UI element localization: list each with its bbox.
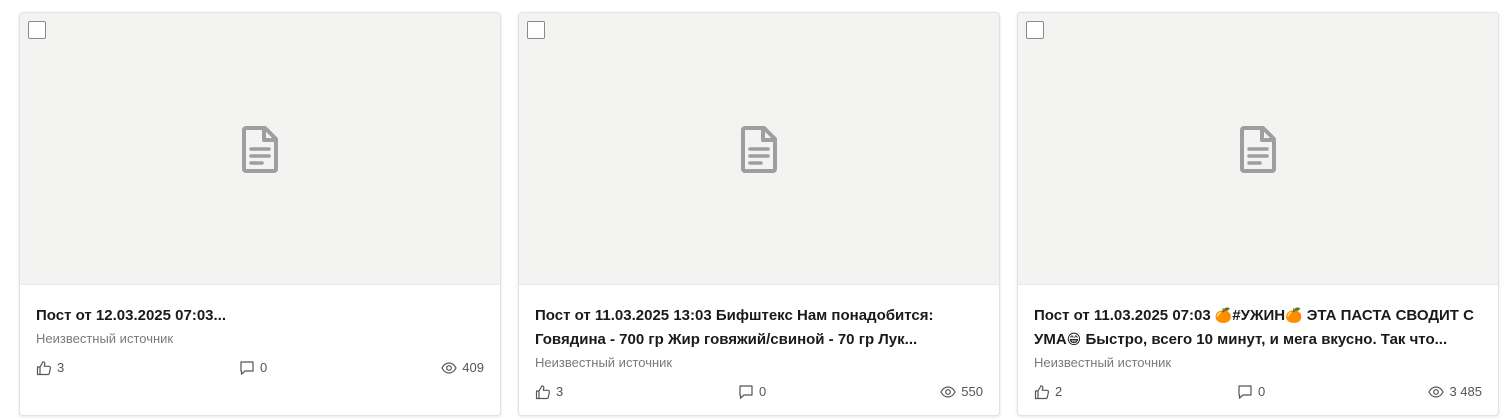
eye-icon: [441, 362, 457, 374]
like-button[interactable]: 2: [1034, 382, 1062, 402]
comment-button[interactable]: 0: [239, 358, 267, 378]
post-stats: 3 0 550: [535, 382, 983, 402]
comment-icon: [739, 385, 753, 399]
likes-count: 3: [556, 384, 564, 399]
post-source: Неизвестный источник: [535, 355, 673, 370]
post-card[interactable]: Пост от 11.03.2025 07:03 🍊#УЖИН🍊 ЭТА ПАС…: [1017, 12, 1499, 416]
eye-icon: [940, 386, 956, 398]
select-checkbox[interactable]: [1026, 21, 1044, 39]
tangerine-emoji: 🍊: [1214, 308, 1233, 324]
likes-count: 2: [1055, 384, 1063, 399]
document-icon: [242, 125, 278, 173]
comments-count: 0: [1258, 384, 1266, 399]
views-stat: 3 485: [1428, 382, 1482, 402]
post-title[interactable]: Пост от 12.03.2025 07:03...: [36, 304, 484, 328]
comment-button[interactable]: 0: [738, 382, 766, 402]
comment-icon: [240, 361, 254, 375]
eye-icon: [1428, 386, 1445, 398]
thumbs-up-icon: [535, 385, 551, 400]
comment-icon: [1238, 385, 1252, 399]
comments-count: 0: [759, 384, 767, 399]
post-preview[interactable]: [1018, 13, 1498, 285]
post-card[interactable]: Пост от 12.03.2025 07:03... Неизвестный …: [19, 12, 501, 416]
document-icon: [741, 125, 777, 173]
post-source: Неизвестный источник: [1034, 355, 1172, 370]
like-button[interactable]: 3: [36, 358, 64, 378]
views-count: 550: [961, 384, 983, 399]
posts-grid: Пост от 12.03.2025 07:03... Неизвестный …: [0, 0, 1510, 419]
views-count: 3 485: [1449, 384, 1482, 399]
title-text: Пост от 11.03.2025 07:03: [1034, 307, 1215, 324]
like-button[interactable]: 3: [535, 382, 563, 402]
post-stats: 3 0 409: [36, 358, 484, 378]
comment-button[interactable]: 0: [1237, 382, 1265, 402]
thumbs-up-icon: [36, 361, 52, 376]
title-hashtag: #УЖИН: [1232, 307, 1286, 324]
post-stats: 2 0 3 485: [1034, 382, 1482, 402]
post-title[interactable]: Пост от 11.03.2025 13:03 Бифштекс Нам по…: [535, 304, 983, 352]
post-title[interactable]: Пост от 11.03.2025 07:03 🍊#УЖИН🍊 ЭТА ПАС…: [1034, 304, 1482, 352]
title-text: Быстро, всего 10 минут, и мега вкусно. Т…: [1081, 331, 1448, 348]
views-stat: 550: [940, 382, 983, 402]
views-stat: 409: [441, 358, 484, 378]
document-icon: [1240, 125, 1276, 173]
post-source: Неизвестный источник: [36, 331, 174, 346]
post-card[interactable]: Пост от 11.03.2025 13:03 Бифштекс Нам по…: [518, 12, 1000, 416]
post-preview[interactable]: [20, 13, 500, 285]
views-count: 409: [462, 360, 484, 375]
grinning-emoji: 😁: [1066, 332, 1082, 348]
select-checkbox[interactable]: [28, 21, 46, 39]
likes-count: 3: [57, 360, 65, 375]
comments-count: 0: [260, 360, 268, 375]
select-checkbox[interactable]: [527, 21, 545, 39]
post-preview[interactable]: [519, 13, 999, 285]
tangerine-emoji: 🍊: [1285, 308, 1303, 324]
thumbs-up-icon: [1034, 385, 1050, 400]
